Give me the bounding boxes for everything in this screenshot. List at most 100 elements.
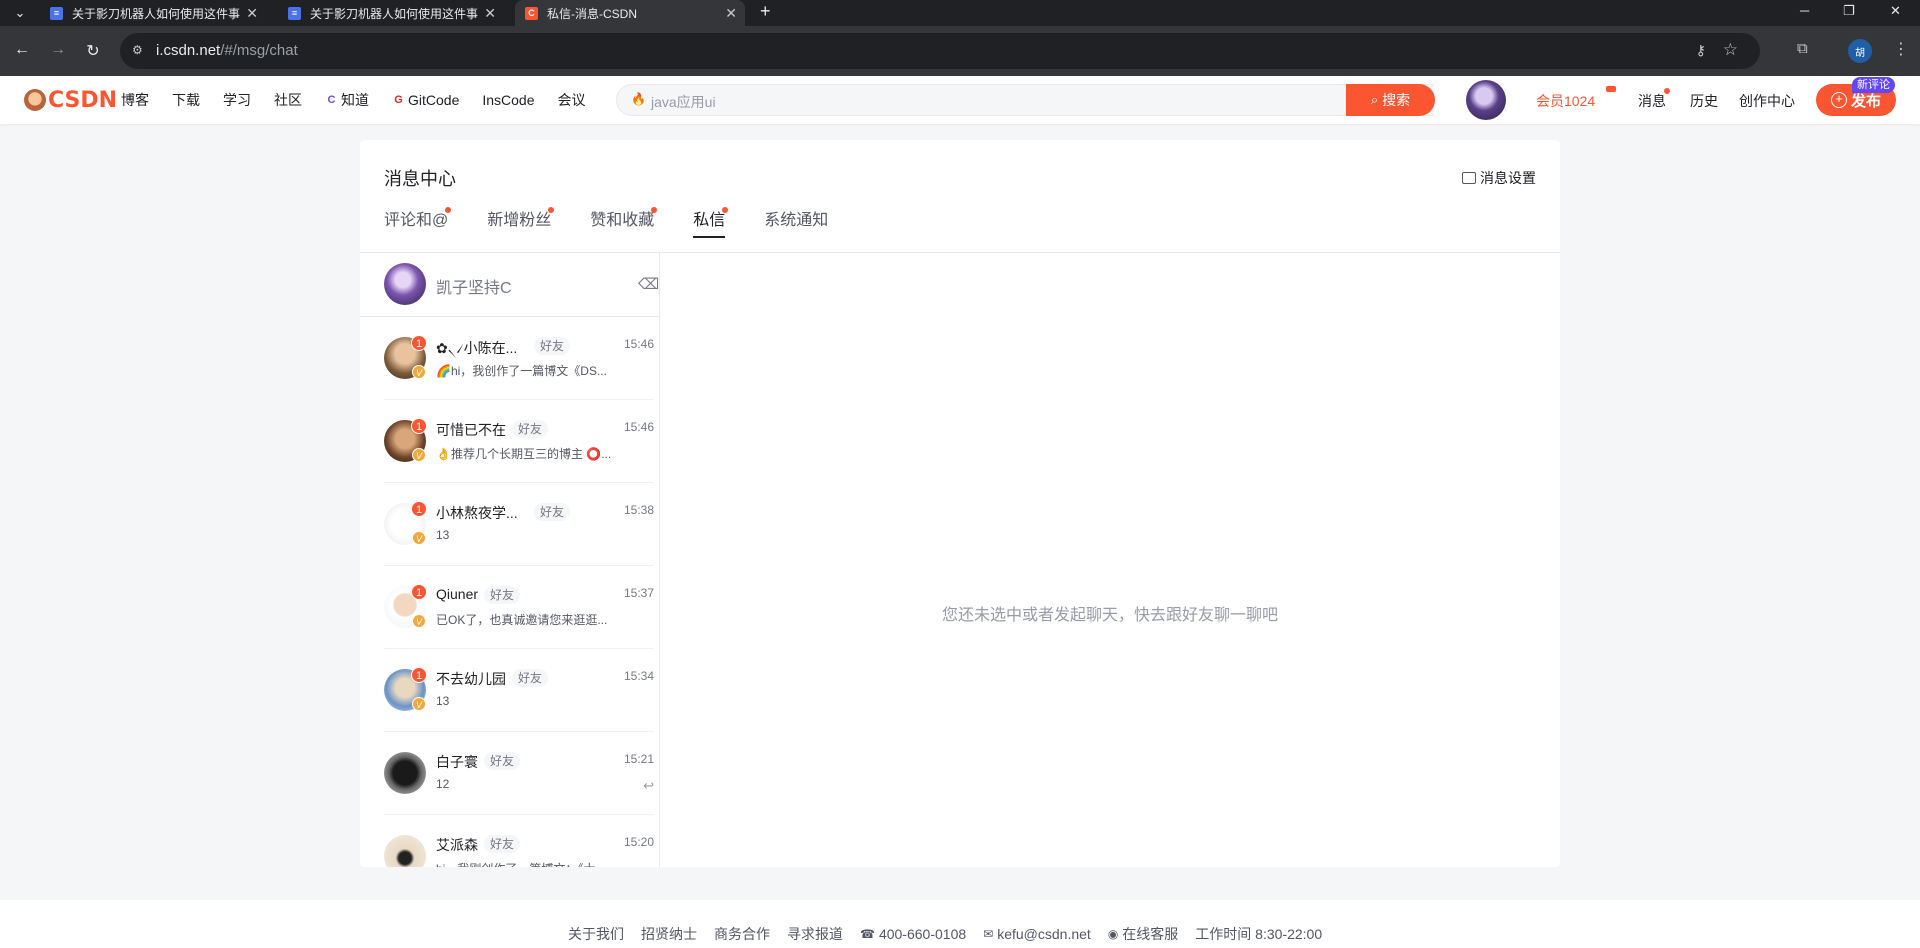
- eraser-icon[interactable]: ⌫: [638, 275, 659, 293]
- tab-label: 赞和收藏: [590, 212, 655, 229]
- close-tab-icon[interactable]: ✕: [246, 5, 258, 22]
- tab-title: 私信-消息-CSDN: [547, 6, 637, 21]
- tab-private-messages[interactable]: 私信: [693, 206, 729, 238]
- tab-system-notice[interactable]: 系统通知: [764, 206, 828, 238]
- friend-tag: 好友: [484, 835, 521, 853]
- tab-search-chevron-icon[interactable]: ⌄: [10, 3, 30, 23]
- url-host: i.csdn.net: [156, 42, 221, 59]
- history-link[interactable]: 历史: [1690, 91, 1718, 111]
- doc-favicon-icon: ≡: [288, 6, 301, 20]
- conversation-item[interactable]: 白子寰 好友 15:21 12 ↩: [384, 732, 654, 815]
- close-window-icon[interactable]: ✕: [1890, 3, 1901, 19]
- close-tab-icon[interactable]: ✕: [725, 5, 737, 22]
- friend-tag: 好友: [484, 586, 521, 604]
- site-info-icon[interactable]: ⚙: [132, 43, 143, 57]
- footer-about[interactable]: 关于我们: [568, 924, 624, 944]
- conversation-item[interactable]: 1 V ✿৲৴小陈在... 好友 15:46 🌈hi，我创作了一篇博文《DS...: [384, 317, 654, 400]
- password-key-icon[interactable]: ⚷: [1696, 42, 1706, 59]
- reload-icon[interactable]: ↻: [83, 41, 103, 61]
- page-title: 消息中心: [384, 169, 456, 189]
- bookmark-star-icon[interactable]: ☆: [1723, 40, 1738, 60]
- browser-tab-2[interactable]: ≡ 关于影刀机器人如何使用这件事 ✕: [278, 0, 504, 26]
- footer-email[interactable]: ✉ kefu@csdn.net: [983, 924, 1091, 944]
- browser-tab-3-active[interactable]: C 私信-消息-CSDN ✕: [515, 0, 745, 26]
- back-icon[interactable]: ←: [12, 41, 32, 59]
- tab-red-dot: [445, 207, 452, 213]
- extensions-puzzle-icon[interactable]: ⧉: [1797, 40, 1808, 57]
- footer-phone[interactable]: ☎ 400-660-0108: [860, 924, 966, 944]
- footer-press[interactable]: 寻求报道: [787, 924, 843, 944]
- conversation-item[interactable]: 1 V 不去幼儿园 好友 15:34 13: [384, 649, 654, 732]
- footer-business[interactable]: 商务合作: [714, 924, 770, 944]
- contact-avatar: [384, 835, 426, 867]
- verified-v-icon: V: [412, 448, 426, 462]
- tab-red-dot: [651, 207, 658, 213]
- new-tab-icon[interactable]: +: [760, 1, 771, 22]
- conversation-item[interactable]: 艾派森好友 15:20 hi，我刚创作了一篇博文：《大...: [384, 815, 654, 867]
- messages-link[interactable]: 消息: [1638, 91, 1666, 111]
- reply-icon[interactable]: ↩: [643, 778, 654, 794]
- tab-label: 评论和@: [384, 212, 449, 229]
- unread-count-badge: 1: [411, 418, 427, 434]
- browser-profile-avatar[interactable]: 胡: [1848, 39, 1872, 63]
- browser-menu-icon[interactable]: ⋮: [1893, 39, 1909, 59]
- nav-inscode[interactable]: InsCode: [482, 90, 534, 110]
- tab-red-dot: [548, 207, 555, 213]
- conversation-item[interactable]: 1 V 可惜已不在 好友 15:46 👌推荐几个长期互三的博主 ⭕...: [384, 400, 654, 483]
- friend-tag: 好友: [534, 503, 571, 521]
- search-button-label: 搜索: [1382, 92, 1411, 108]
- nav-zhidao[interactable]: C 知道: [325, 90, 369, 110]
- verified-v-icon: V: [412, 365, 426, 379]
- message-tabs: 评论和@ 新增粉丝 赞和收藏 私信 系统通知: [384, 206, 867, 238]
- tab-likes[interactable]: 赞和收藏: [590, 206, 658, 238]
- message-preview: 12: [436, 777, 450, 791]
- footer-service-label: 在线客服: [1122, 926, 1179, 942]
- nav-community[interactable]: 社区: [274, 90, 302, 110]
- user-avatar[interactable]: [1466, 80, 1506, 120]
- message-preview: 已OK了，也真诚邀请您来逛逛...: [436, 613, 608, 627]
- browser-tabstrip: ⌄ ≡ 关于影刀机器人如何使用这件事 ✕ ≡ 关于影刀机器人如何使用这件事 ✕ …: [0, 0, 1920, 26]
- close-tab-icon[interactable]: ✕: [484, 5, 496, 22]
- nav-blog[interactable]: 博客: [121, 90, 149, 110]
- message-preview: 🌈hi，我创作了一篇博文《DS...: [436, 364, 607, 378]
- search-input[interactable]: 🔥 java应用ui: [616, 84, 1434, 116]
- nav-download[interactable]: 下载: [172, 90, 200, 110]
- message-center: 消息中心 消息设置 评论和@ 新增粉丝 赞和收藏 私信 系统通知 凯子坚持C ⌫…: [360, 140, 1560, 867]
- footer-jobs[interactable]: 招贤纳士: [641, 924, 697, 944]
- logo-text: CSDN: [48, 87, 118, 113]
- tab-fans[interactable]: 新增粉丝: [487, 206, 555, 238]
- search-button[interactable]: ⌕ 搜索: [1346, 84, 1435, 116]
- conversation-item[interactable]: 1 V Qiuner 好友 15:37 已OK了，也真诚邀请您来逛逛...: [384, 566, 654, 649]
- url-text[interactable]: i.csdn.net/#/msg/chat: [156, 42, 298, 59]
- vip-link[interactable]: 会员1024: [1536, 91, 1595, 111]
- forward-icon[interactable]: →: [48, 41, 68, 59]
- csdn-mascot-icon: [24, 89, 46, 111]
- nav-gitcode-label: GitCode: [408, 92, 460, 108]
- creator-center-link[interactable]: 创作中心: [1739, 91, 1795, 111]
- footer-service[interactable]: ◉ 在线客服: [1108, 924, 1178, 944]
- message-time: 15:37: [623, 586, 654, 600]
- nav-meeting[interactable]: 会议: [558, 90, 586, 110]
- csdn-logo[interactable]: CSDN: [24, 87, 118, 113]
- zhidao-icon: C: [327, 93, 336, 106]
- doc-favicon-icon: ≡: [50, 6, 63, 20]
- tab-red-dot: [722, 207, 729, 213]
- contact-name: ✿৲৴小陈在...: [436, 340, 518, 356]
- address-bar[interactable]: ⚙ i.csdn.net/#/msg/chat ⚷ ☆: [120, 33, 1760, 69]
- tab-comments[interactable]: 评论和@: [384, 206, 452, 238]
- message-settings-button[interactable]: 消息设置: [1462, 168, 1536, 188]
- unread-count-badge: 1: [411, 501, 427, 517]
- conversation-item[interactable]: 1 V 小林熬夜学... 好友 15:38 13: [384, 483, 654, 566]
- minimize-icon[interactable]: ─: [1800, 3, 1809, 18]
- restore-icon[interactable]: ❐: [1843, 3, 1855, 19]
- nav-gitcode[interactable]: G GitCode: [392, 90, 459, 110]
- settings-icon: [1462, 172, 1476, 184]
- message-time: 15:38: [623, 503, 654, 517]
- conversation-sidebar: 凯子坚持C ⌫ 1 V ✿৲৴小陈在... 好友 15:46 🌈hi，我创作了一篇博文《D…: [360, 253, 660, 867]
- top-nav: 博客 下载 学习 社区 C 知道 G GitCode InsCode 会议: [121, 90, 609, 110]
- nav-learn[interactable]: 学习: [223, 90, 251, 110]
- browser-tab-1[interactable]: ≡ 关于影刀机器人如何使用这件事 ✕: [40, 0, 266, 26]
- contact-name: 小林熬夜学...: [436, 505, 518, 521]
- csdn-header: CSDN 博客 下载 学习 社区 C 知道 G GitCode InsCode 会议…: [0, 76, 1920, 124]
- messages-red-dot: [1664, 88, 1670, 94]
